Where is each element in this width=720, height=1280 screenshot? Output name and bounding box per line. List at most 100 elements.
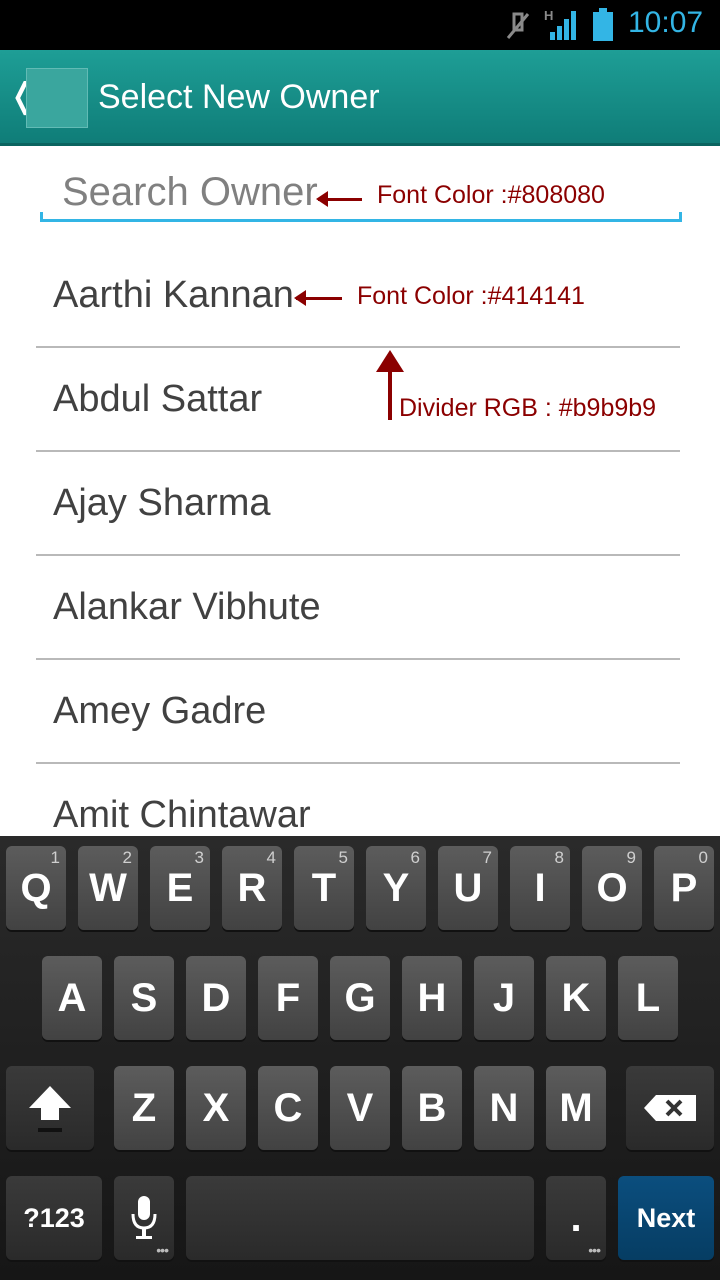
shift-icon xyxy=(29,1086,71,1132)
key-d[interactable]: D xyxy=(186,956,246,1040)
key-label: J xyxy=(492,975,516,1020)
key-label: . xyxy=(570,1195,582,1240)
key-z[interactable]: Z xyxy=(114,1066,174,1150)
annotation-arrow xyxy=(294,290,342,306)
mute-icon xyxy=(506,12,530,39)
next-key[interactable]: Next xyxy=(618,1176,714,1260)
search-underline xyxy=(40,212,682,222)
key-label: S xyxy=(130,975,158,1020)
key-hint: 8 xyxy=(554,848,564,867)
key-label: P xyxy=(670,865,698,910)
key-x[interactable]: X xyxy=(186,1066,246,1150)
key-label: V xyxy=(346,1085,374,1130)
app-icon[interactable] xyxy=(26,68,88,128)
key-label: N xyxy=(489,1085,519,1130)
battery-icon xyxy=(593,8,613,41)
owner-name: Alankar Vibhute xyxy=(53,586,321,628)
more-dots-icon: ••• xyxy=(588,1242,601,1258)
key-hint: 3 xyxy=(194,848,204,867)
key-label: Q xyxy=(20,865,52,910)
key-p[interactable]: P0 xyxy=(654,846,714,930)
shift-key[interactable] xyxy=(6,1066,94,1150)
key-label: Y xyxy=(382,865,410,910)
key-g[interactable]: G xyxy=(330,956,390,1040)
key-c[interactable]: C xyxy=(258,1066,318,1150)
key-label: G xyxy=(344,975,376,1020)
clock: 10:07 xyxy=(628,6,704,39)
key-label: F xyxy=(275,975,301,1020)
key-j[interactable]: J xyxy=(474,956,534,1040)
owner-name: Ajay Sharma xyxy=(53,482,271,524)
owner-list: Aarthi Kannan Abdul Sattar Ajay Sharma A… xyxy=(0,244,720,868)
key-k[interactable]: K xyxy=(546,956,606,1040)
key-s[interactable]: S xyxy=(114,956,174,1040)
list-item[interactable]: Alankar Vibhute xyxy=(36,556,680,660)
key-label: E xyxy=(166,865,194,910)
key-label: L xyxy=(635,975,661,1020)
soft-keyboard: Q1 W2 E3 R4 T5 Y6 U7 I8 O9 P0 A S D F G … xyxy=(0,836,720,1280)
backspace-icon xyxy=(644,1095,696,1121)
key-v[interactable]: V xyxy=(330,1066,390,1150)
owner-name: Amit Chintawar xyxy=(53,794,311,836)
key-f[interactable]: F xyxy=(258,956,318,1040)
period-key[interactable]: . ••• xyxy=(546,1176,606,1260)
key-l[interactable]: L xyxy=(618,956,678,1040)
key-label: U xyxy=(453,865,483,910)
space-key[interactable] xyxy=(186,1176,534,1260)
signal-icon: H xyxy=(544,8,576,40)
microphone-key[interactable]: ••• xyxy=(114,1176,174,1260)
status-bar: H 10:07 xyxy=(0,0,720,50)
page-title: Select New Owner xyxy=(98,78,380,116)
owner-name: Amey Gadre xyxy=(53,690,267,732)
list-item[interactable]: Amey Gadre xyxy=(36,660,680,764)
key-hint: 7 xyxy=(482,848,492,867)
key-label: M xyxy=(559,1085,593,1130)
annotation-item-font: Font Color :#414141 xyxy=(357,282,585,310)
key-u[interactable]: U7 xyxy=(438,846,498,930)
backspace-key[interactable] xyxy=(626,1066,714,1150)
key-hint: 6 xyxy=(410,848,420,867)
key-a[interactable]: A xyxy=(42,956,102,1040)
key-label: B xyxy=(417,1085,447,1130)
key-label: K xyxy=(561,975,591,1020)
key-o[interactable]: O9 xyxy=(582,846,642,930)
owner-name: Aarthi Kannan xyxy=(53,274,294,316)
key-b[interactable]: B xyxy=(402,1066,462,1150)
key-w[interactable]: W2 xyxy=(78,846,138,930)
microphone-icon xyxy=(131,1196,157,1239)
key-n[interactable]: N xyxy=(474,1066,534,1150)
network-type-label: H xyxy=(544,8,553,23)
annotation-divider: Divider RGB : #b9b9b9 xyxy=(399,394,657,422)
key-label: ?123 xyxy=(23,1202,85,1233)
annotation-search-font: Font Color :#808080 xyxy=(377,181,605,209)
list-item[interactable]: Ajay Sharma xyxy=(36,452,680,556)
owner-name: Abdul Sattar xyxy=(53,378,263,420)
key-hint: 5 xyxy=(338,848,348,867)
key-hint: 1 xyxy=(50,848,60,867)
symbols-key[interactable]: ?123 xyxy=(6,1176,102,1260)
key-r[interactable]: R4 xyxy=(222,846,282,930)
key-e[interactable]: E3 xyxy=(150,846,210,930)
key-y[interactable]: Y6 xyxy=(366,846,426,930)
key-label: D xyxy=(201,975,231,1020)
key-label: Z xyxy=(131,1085,157,1130)
key-t[interactable]: T5 xyxy=(294,846,354,930)
key-hint: 2 xyxy=(122,848,132,867)
key-hint: 0 xyxy=(698,848,708,867)
key-hint: 4 xyxy=(266,848,276,867)
key-h[interactable]: H xyxy=(402,956,462,1040)
key-label: I xyxy=(534,865,546,910)
key-q[interactable]: Q1 xyxy=(6,846,66,930)
key-label: A xyxy=(57,975,87,1020)
key-label: Next xyxy=(636,1202,696,1233)
more-dots-icon: ••• xyxy=(156,1242,169,1258)
annotation-arrow xyxy=(376,350,404,420)
action-bar: ❬ Select New Owner xyxy=(0,50,720,146)
key-label: W xyxy=(89,865,127,910)
key-label: X xyxy=(202,1085,230,1130)
key-m[interactable]: M xyxy=(546,1066,606,1150)
key-i[interactable]: I8 xyxy=(510,846,570,930)
key-label: H xyxy=(417,975,447,1020)
key-label: O xyxy=(596,865,628,910)
key-label: T xyxy=(311,865,337,910)
